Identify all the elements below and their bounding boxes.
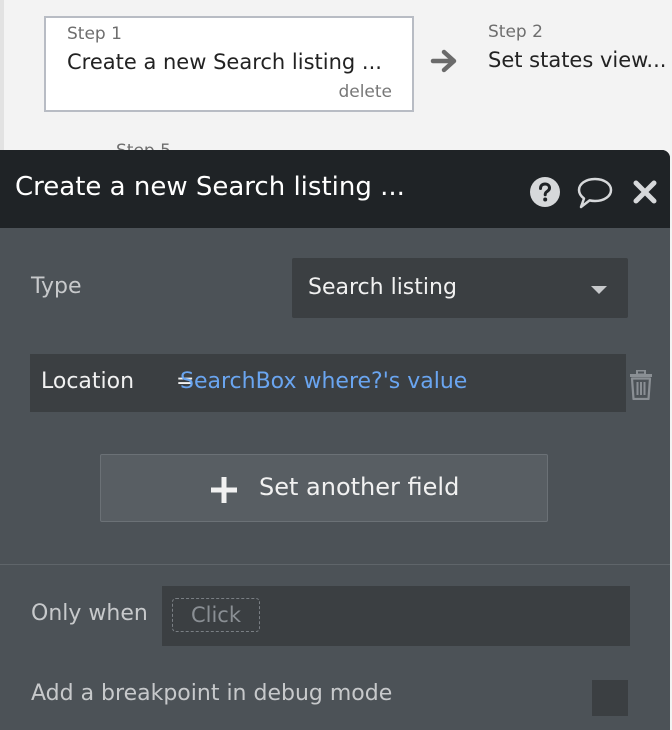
breakpoint-checkbox[interactable] (592, 680, 628, 716)
canvas-left-edge (0, 0, 4, 160)
breakpoint-label: Add a breakpoint in debug mode (31, 681, 393, 706)
step-1-title: Create a new Search listing ... (67, 50, 382, 74)
section-divider (0, 564, 670, 565)
chevron-down-icon (591, 286, 607, 294)
action-editor-panel: Create a new Search listing ... Type Sea… (0, 150, 670, 730)
type-dropdown[interactable]: Search listing (292, 258, 628, 318)
comment-icon[interactable] (576, 176, 614, 210)
type-label: Type (31, 274, 82, 299)
field-assignment-row[interactable]: Location = SearchBox where?'s value (30, 354, 626, 412)
field-dynamic-value[interactable]: SearchBox where?'s value (180, 369, 467, 394)
only-when-label: Only when (31, 601, 148, 626)
panel-header: Create a new Search listing ... (0, 150, 670, 228)
plus-icon (211, 477, 237, 503)
workflow-step-1-card[interactable]: Step 1 Create a new Search listing ... d… (44, 16, 414, 112)
step-1-delete-link[interactable]: delete (338, 82, 392, 102)
step-1-number: Step 1 (67, 24, 122, 44)
only-when-condition-field[interactable]: Click (162, 586, 630, 646)
panel-title: Create a new Search listing ... (15, 172, 405, 202)
help-icon[interactable] (529, 176, 561, 208)
trash-icon[interactable] (628, 370, 654, 400)
close-icon[interactable] (632, 179, 658, 205)
step-2-number: Step 2 (488, 22, 543, 42)
type-dropdown-value: Search listing (308, 275, 457, 300)
step-2-title: Set states view... (488, 48, 667, 72)
set-another-field-label: Set another field (259, 473, 460, 501)
field-name: Location (41, 369, 135, 394)
arrow-right-icon (430, 49, 457, 73)
only-when-click-placeholder[interactable]: Click (172, 598, 260, 632)
set-another-field-button[interactable]: Set another field (100, 454, 548, 522)
